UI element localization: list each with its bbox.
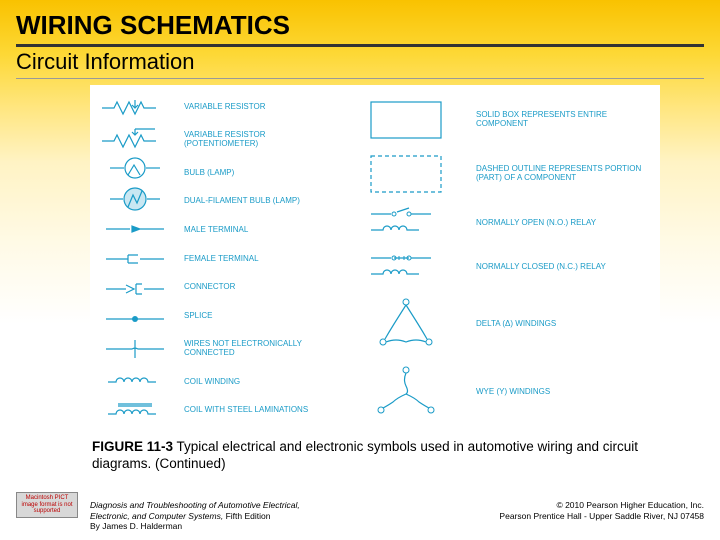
caption-figure-number: FIGURE 11-3	[92, 439, 173, 454]
label-coil-steel-laminations: COIL WITH STEEL LAMINATIONS	[180, 406, 340, 415]
label-variable-resistor: VARIABLE RESISTOR	[180, 103, 340, 112]
solid-box-icon	[346, 98, 466, 142]
coil-steel-laminations-icon	[90, 397, 180, 423]
label-no-relay: NORMALLY OPEN (N.O.) RELAY	[476, 219, 654, 228]
connector-icon	[90, 276, 180, 302]
label-potentiometer: VARIABLE RESISTOR (POTENTIOMETER)	[180, 131, 340, 149]
splice-icon	[90, 306, 180, 332]
label-wires-not-connected: WIRES NOT ELECTRONICALLY CONNECTED	[180, 340, 340, 358]
variable-resistor-icon	[90, 95, 180, 121]
male-terminal-icon	[90, 216, 180, 242]
label-solid-box: SOLID BOX REPRESENTS ENTIRE COMPONENT	[476, 111, 654, 129]
label-female-terminal: FEMALE TERMINAL	[180, 255, 340, 264]
coil-winding-icon	[90, 367, 180, 393]
footer-edition: Fifth Edition	[223, 511, 270, 521]
label-bulb: BULB (LAMP)	[180, 169, 340, 178]
label-wye-windings: WYE (Y) WINDINGS	[476, 388, 654, 397]
title-underline	[16, 44, 704, 47]
wye-windings-icon	[346, 364, 466, 420]
label-delta-windings: DELTA (Δ) WINDINGS	[476, 320, 654, 329]
symbol-column-left	[90, 85, 180, 433]
footer-book-title-2: Electronic, and Computer Systems,	[90, 511, 223, 521]
figure-diagram: VARIABLE RESISTOR VARIABLE RESISTOR (POT…	[90, 85, 660, 433]
footer-author: By James D. Halderman	[90, 521, 182, 531]
no-relay-icon	[346, 206, 466, 240]
label-male-terminal: MALE TERMINAL	[180, 226, 340, 235]
label-coil-winding: COIL WINDING	[180, 378, 340, 387]
label-dashed-box: DASHED OUTLINE REPRESENTS PORTION (PART)…	[476, 165, 654, 183]
wires-not-connected-icon	[90, 336, 180, 362]
figure-caption: FIGURE 11-3 Typical electrical and elect…	[0, 437, 720, 481]
footer-book-title-1: Diagnosis and Troubleshooting of Automot…	[90, 500, 300, 510]
caption-text: Typical electrical and electronic symbol…	[92, 439, 638, 471]
dashed-box-icon	[346, 152, 466, 196]
nc-relay-icon	[346, 250, 466, 284]
delta-windings-icon	[346, 294, 466, 354]
footer-right: © 2010 Pearson Higher Education, Inc. Pe…	[499, 500, 704, 532]
label-nc-relay: NORMALLY CLOSED (N.C.) RELAY	[476, 263, 654, 272]
column-right: SOLID BOX REPRESENTS ENTIRE COMPONENT DA…	[340, 85, 660, 433]
label-splice: SPLICE	[180, 312, 340, 321]
bulb-icon	[90, 155, 180, 181]
label-connector: CONNECTOR	[180, 283, 340, 292]
subtitle-underline	[16, 78, 704, 79]
footer: Diagnosis and Troubleshooting of Automot…	[0, 500, 720, 532]
female-terminal-icon	[90, 246, 180, 272]
page-subtitle: Circuit Information	[0, 49, 720, 78]
label-column-left: VARIABLE RESISTOR VARIABLE RESISTOR (POT…	[180, 85, 340, 433]
footer-left: Diagnosis and Troubleshooting of Automot…	[90, 500, 300, 532]
potentiometer-icon	[90, 125, 180, 151]
dual-filament-bulb-icon	[90, 186, 180, 212]
footer-publisher: Pearson Prentice Hall - Upper Saddle Riv…	[499, 511, 704, 521]
page-title: WIRING SCHEMATICS	[0, 0, 720, 44]
label-dual-filament-bulb: DUAL-FILAMENT BULB (LAMP)	[180, 197, 340, 206]
footer-copyright: © 2010 Pearson Higher Education, Inc.	[556, 500, 704, 510]
